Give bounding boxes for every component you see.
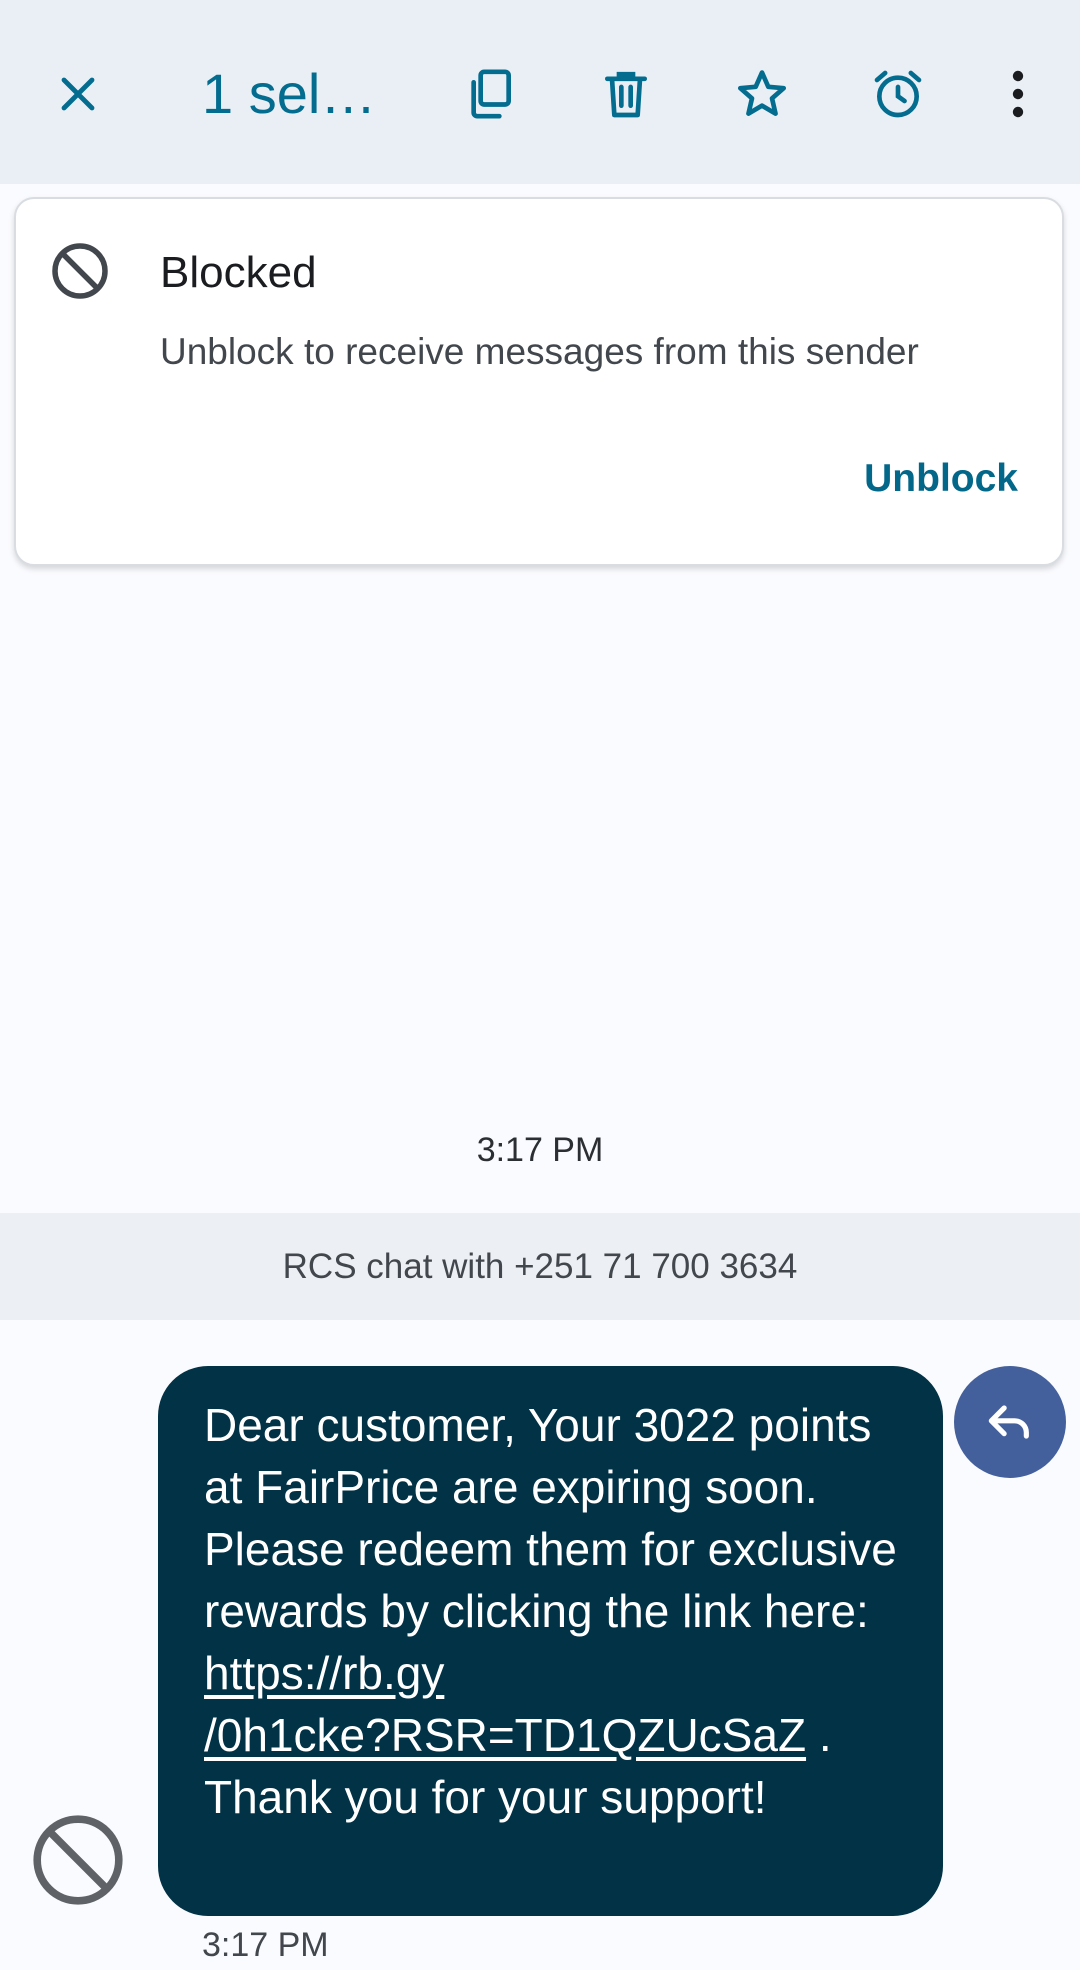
- message-bubble[interactable]: Dear customer, Your 3022 points at FairP…: [158, 1366, 943, 1916]
- time-divider: 3:17 PM: [476, 1131, 604, 1169]
- close-selection-button[interactable]: [36, 52, 120, 136]
- message-text: Dear customer, Your 3022 points at FairP…: [204, 1399, 897, 1637]
- reply-button[interactable]: [954, 1366, 1066, 1478]
- blocked-title: Blocked: [160, 248, 317, 297]
- unblock-button[interactable]: Unblock: [860, 449, 1022, 509]
- selection-app-bar: 1 sele…: [0, 0, 1080, 184]
- message-timestamp: 3:17 PM: [202, 1926, 329, 1964]
- delete-button[interactable]: [584, 52, 668, 136]
- block-icon: [52, 243, 108, 299]
- message-link-part-2: /0h1cke?RSR=TD1QZUcSaZ: [204, 1709, 807, 1761]
- copy-button[interactable]: [448, 52, 532, 136]
- star-icon: [737, 70, 787, 116]
- more-options-button[interactable]: [976, 52, 1060, 136]
- message-link[interactable]: https://rb.gy/0h1cke?RSR=TD1QZUcSaZ: [204, 1647, 806, 1761]
- delete-icon: [605, 71, 647, 118]
- close-icon: [61, 77, 95, 111]
- copy-icon: [471, 69, 511, 119]
- reply-icon: [988, 1405, 1029, 1439]
- blocked-sender-card: Blocked Unblock to receive messages from…: [14, 197, 1064, 566]
- more-vert-icon: [1012, 70, 1024, 118]
- reminder-button[interactable]: [856, 52, 940, 136]
- message-link-part-1: https://rb.gy: [204, 1647, 445, 1699]
- rcs-chat-banner: RCS chat with +251 71 700 3634: [0, 1213, 1080, 1320]
- selection-count-title: 1 sele…: [202, 62, 402, 125]
- star-button[interactable]: [720, 52, 804, 136]
- blocked-description: Unblock to receive messages from this se…: [160, 331, 919, 372]
- blocked-sender-avatar: [33, 1815, 123, 1905]
- alarm-icon: [874, 70, 922, 118]
